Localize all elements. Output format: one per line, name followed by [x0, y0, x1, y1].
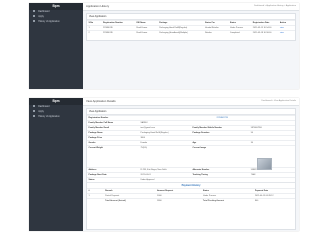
field-label: Current Weight	[87, 145, 139, 168]
history-icon	[33, 115, 36, 118]
brand-logo: Bpm	[29, 98, 83, 105]
sidebar-item-label: History of Application	[38, 116, 60, 118]
table-cell: Renil Kumar	[134, 30, 158, 35]
details-table: Family Member Full Name SARNU Family Memb…	[87, 120, 295, 182]
table-cell: 2	[87, 30, 102, 35]
table-row: Total Amount (Actual) 3800 Total Pending…	[87, 198, 295, 203]
main-content: Application History Dashboard > Applicat…	[83, 3, 299, 89]
payment-table: # Remark Amount Request Status Payment D…	[87, 188, 295, 203]
application-table: S.No Registration Number UW Name Package…	[87, 20, 295, 35]
page-title: Application History	[86, 4, 110, 8]
table-cell: Total Pending Amount	[201, 198, 254, 203]
apply-icon	[33, 110, 36, 113]
sidebar-item-label: Dashboard	[38, 106, 50, 108]
field-value: 75(KG)	[139, 145, 191, 168]
sidebar: Bpm Dashboard Apply History of Applicati…	[29, 98, 83, 231]
brand-logo: Bpm	[29, 3, 83, 10]
dashboard-icon	[33, 10, 36, 13]
sidebar-item-label: Apply	[38, 111, 44, 113]
page-title: View Application Details	[86, 99, 116, 103]
application-detail-card: View Application Registration Number 222…	[86, 108, 296, 230]
breadcrumb[interactable]: Dashboard > View Application Details	[261, 98, 296, 105]
table-cell: Completed	[228, 30, 252, 35]
table-row: 2 2298801ID Renil Kumar Packaging (Handb…	[87, 30, 295, 35]
page-header: Application History Dashboard > Applicat…	[83, 3, 299, 11]
table-cell: 3800	[155, 198, 202, 203]
table-cell: 2298801ID	[101, 30, 135, 35]
apply-icon	[33, 15, 36, 18]
view-action-link[interactable]: view	[278, 30, 295, 35]
table-cell: Retailer	[203, 30, 229, 35]
table-cell	[87, 198, 104, 203]
sidebar-item-history[interactable]: History of Application	[29, 20, 83, 25]
breadcrumb[interactable]: Dashboard > Application History > Applic…	[254, 3, 296, 10]
table-cell: 800	[253, 198, 295, 203]
table-cell: Packaging (Handbook)(Multiple)	[157, 30, 204, 35]
application-list-card: View Application S.No Registration Numbe…	[86, 13, 296, 41]
sidebar-item-label: Dashboard	[38, 11, 50, 13]
sidebar-item-label: Apply	[38, 16, 44, 18]
application-history-screen: Bpm Dashboard Apply History of Applicati…	[29, 3, 299, 89]
main-content: View Application Details Dashboard > Vie…	[83, 98, 299, 231]
sidebar-item-label: History of Application	[38, 21, 60, 23]
field-label: Current Image	[191, 145, 250, 168]
current-image-photo	[257, 158, 272, 170]
history-icon	[33, 20, 36, 23]
sidebar: Bpm Dashboard Apply History of Applicati…	[29, 3, 83, 89]
application-details-screen: Bpm Dashboard Apply History of Applicati…	[29, 98, 299, 231]
table-cell: Total Amount (Actual)	[103, 198, 156, 203]
table-cell: 2021-03-18 10:58:00	[251, 30, 279, 35]
dashboard-icon	[33, 105, 36, 108]
page-header: View Application Details Dashboard > Vie…	[83, 98, 299, 106]
sidebar-item-history[interactable]: History of Application	[29, 115, 83, 120]
